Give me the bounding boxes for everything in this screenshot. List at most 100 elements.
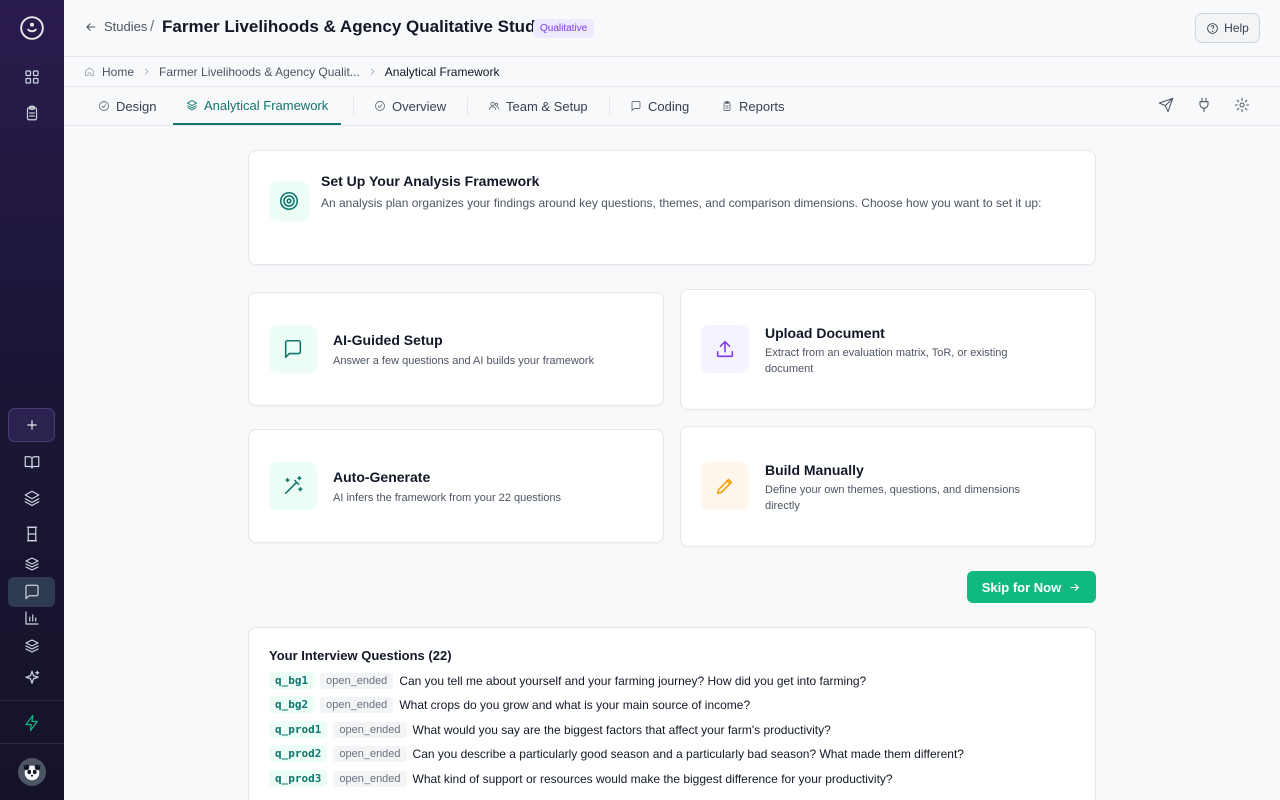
tab-label: Overview [392, 98, 447, 114]
question-type: open_ended [333, 745, 407, 762]
sparkles-icon[interactable] [14, 663, 50, 693]
tab-team-setup[interactable]: Team & Setup [475, 87, 601, 125]
help-button[interactable]: Help [1195, 13, 1260, 43]
grid-icon[interactable] [14, 62, 50, 92]
option-title: AI-Guided Setup [333, 332, 443, 348]
question-text: What kind of support or resources would … [412, 771, 893, 786]
tab-label: Coding [648, 98, 690, 114]
question-row[interactable]: q_bg1 open_ended Can you tell me about y… [269, 671, 866, 690]
question-type: open_ended [333, 770, 407, 787]
tab-label: Team & Setup [506, 98, 588, 114]
layers-icon [186, 99, 198, 111]
study-tabs: Design Analytical Framework Overview Tea… [64, 87, 1280, 126]
bar-chart-icon[interactable] [14, 603, 50, 633]
page-title: Farmer Livelihoods & Agency Qualitative … [162, 17, 545, 36]
rail-divider [0, 743, 64, 744]
question-id: q_prod1 [269, 721, 328, 738]
tab-overview[interactable]: Overview [361, 87, 459, 125]
stack-icon[interactable] [14, 549, 50, 579]
tab-divider [353, 97, 354, 116]
check-circle-icon [375, 101, 385, 111]
book-open-icon[interactable] [14, 447, 50, 477]
tab-coding[interactable]: Coding [617, 87, 702, 125]
intro-title: Set Up Your Analysis Framework [321, 173, 540, 189]
message-square-icon [269, 325, 317, 373]
breadcrumb-study[interactable]: Farmer Livelihoods & Agency Qualit... [159, 65, 360, 79]
ai-guided-setup-card[interactable]: AI-Guided Setup Answer a few questions a… [248, 292, 664, 406]
option-description: Answer a few questions and AI builds you… [333, 355, 595, 367]
skip-for-now-button[interactable]: Skip for Now [967, 571, 1096, 603]
app-sidebar [0, 0, 64, 800]
plug-icon[interactable] [1196, 97, 1214, 115]
help-label: Help [1224, 21, 1249, 35]
question-type: open_ended [333, 721, 407, 738]
option-title: Upload Document [765, 325, 885, 341]
plus-icon [26, 420, 37, 430]
layers-icon[interactable] [14, 483, 50, 513]
question-type: open_ended [320, 672, 394, 689]
message-square-icon [631, 101, 641, 112]
home-icon [84, 67, 95, 77]
interview-questions-card: Your Interview Questions (22) q_bg1 open… [248, 627, 1096, 800]
question-row[interactable]: q_prod2 open_ended Can you describe a pa… [269, 744, 964, 763]
auto-generate-card[interactable]: Auto-Generate AI infers the framework fr… [248, 429, 664, 543]
chevron-right-icon [144, 68, 149, 75]
target-icon [269, 181, 309, 221]
question-text: Can you describe a particularly good sea… [412, 746, 964, 761]
option-title: Auto-Generate [333, 469, 431, 485]
question-type: open_ended [320, 696, 394, 713]
upload-icon [701, 325, 749, 373]
question-id: q_bg1 [269, 672, 315, 689]
question-row[interactable]: q_bg2 open_ended What crops do you grow … [269, 695, 750, 714]
settings-gear-icon[interactable] [1234, 97, 1252, 115]
tab-reports[interactable]: Reports [708, 87, 798, 125]
question-row[interactable]: q_prod1 open_ended What would you say ar… [269, 720, 831, 739]
skip-label: Skip for Now [981, 579, 1062, 595]
help-circle-icon [1207, 22, 1218, 34]
app-logo-icon[interactable] [14, 12, 50, 44]
back-to-studies-link[interactable]: Studies [84, 19, 147, 34]
tab-design[interactable]: Design [85, 87, 169, 125]
option-description: AI infers the framework from your 22 que… [333, 492, 562, 504]
breadcrumb-home[interactable]: Home [102, 65, 134, 79]
users-icon [488, 101, 500, 111]
user-avatar[interactable] [18, 758, 46, 786]
intro-description: An analysis plan organizes your findings… [321, 196, 1042, 210]
send-icon[interactable] [1158, 97, 1176, 115]
upload-document-card[interactable]: Upload Document Extract from an evaluati… [680, 289, 1096, 410]
breadcrumb-current: Analytical Framework [384, 64, 500, 79]
arrow-left-icon [86, 22, 96, 31]
option-title: Build Manually [765, 462, 864, 478]
question-row[interactable]: q_prod3 open_ended What kind of support … [269, 769, 893, 788]
tab-label: Analytical Framework [204, 97, 329, 113]
layers-alt-icon[interactable] [14, 631, 50, 661]
question-id: q_prod3 [269, 770, 328, 787]
zap-icon[interactable] [14, 708, 50, 738]
rail-divider [0, 700, 64, 701]
questions-title: Your Interview Questions (22) [269, 648, 452, 663]
new-study-button[interactable] [8, 408, 55, 442]
tab-divider [467, 97, 468, 116]
breadcrumb: Home Farmer Livelihoods & Agency Qualit.… [64, 57, 1280, 87]
option-description: Extract from an evaluation matrix, ToR, … [765, 347, 1008, 375]
study-type-badge: Qualitative [533, 19, 595, 38]
build-manually-card[interactable]: Build Manually Define your own themes, q… [680, 426, 1096, 547]
chevron-right-icon [370, 68, 375, 75]
magic-wand-icon [269, 462, 317, 510]
option-description: Define your own themes, questions, and d… [765, 484, 1020, 512]
framework-intro-card: Set Up Your Analysis Framework An analys… [248, 150, 1096, 265]
check-circle-icon [99, 101, 109, 111]
clipboard-icon[interactable] [14, 98, 50, 128]
arrow-right-icon [1070, 583, 1080, 591]
clipboard-icon [723, 101, 731, 111]
question-text: What crops do you grow and what is your … [399, 697, 751, 712]
page-header: Studies / Farmer Livelihoods & Agency Qu… [64, 0, 1280, 57]
question-text: Can you tell me about yourself and your … [399, 673, 867, 688]
question-text: What would you say are the biggest facto… [412, 722, 831, 737]
pencil-icon [701, 462, 749, 510]
question-id: q_prod2 [269, 745, 328, 762]
hourglass-icon[interactable] [14, 519, 50, 549]
tab-analytical-framework[interactable]: Analytical Framework [173, 87, 342, 125]
panda-avatar-icon [23, 764, 41, 781]
tab-label: Design [116, 98, 157, 114]
